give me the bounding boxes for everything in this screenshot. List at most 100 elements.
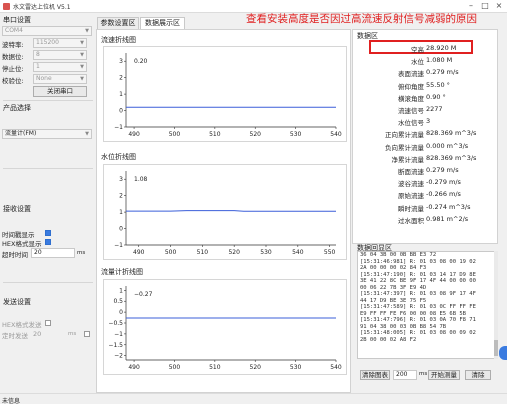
chart-title-waterlevel: 水位折线图 [101,153,136,161]
timed-send-unit: ms [68,331,77,337]
baud-select[interactable]: 115200 ▼ [33,38,87,48]
data-row-label: 过水面积 [398,216,424,225]
databits-label: 数据位: [2,53,24,61]
clear-chart-button[interactable]: 清除图表 [360,370,390,380]
x-tick-label: 520 [228,249,240,256]
x-tick-label: 530 [260,249,272,256]
parity-label: 校验位: [2,77,24,85]
baud-value: 115200 [36,39,59,46]
data-row-label: 横滚角度 [398,94,424,103]
divider [3,282,93,283]
interval-unit: ms [419,371,428,377]
close-icon[interactable]: × [493,1,505,11]
data-row-label: 流速信号 [398,107,424,115]
log-line: 2B 00 00 02 A8 F2 [360,336,417,343]
timed-send-checkbox[interactable] [84,331,90,337]
receive-settings-title: 接收设置 [3,205,31,213]
hex-send-checkbox[interactable] [45,320,51,326]
velocity-chart-svg: 3 2 1 0 −1 490 500 510 520 530 540 0.20 [114,53,342,138]
timeout-label: 超时时间 [2,251,28,259]
data-row-label: 原始流速 [398,192,424,201]
timestamp-checkbox[interactable] [45,230,51,236]
product-value: 流量计(FM) [5,130,37,137]
databits-value: 8 [36,51,40,58]
x-tick-label: 500 [169,131,181,138]
chevron-down-icon: ▼ [80,40,84,46]
x-tick-label: 540 [330,364,342,371]
x-tick-label: 520 [250,131,262,138]
divider [3,100,93,101]
x-tick-label: 540 [292,249,304,256]
y-tick-label: 2 [119,75,123,82]
log-line: [15:31:48:005] R: 01 03 08 00 09 02 [360,330,476,336]
x-tick-label: 500 [169,364,181,371]
y-tick-label: 1 [119,91,123,98]
y-tick-label: 0.5 [113,298,123,305]
data-row-value: -0.266 m/s [426,190,461,199]
hex-display-checkbox[interactable] [45,239,51,245]
log-scrollbar-thumb[interactable] [494,340,498,356]
x-tick-label: 530 [290,131,302,138]
log-line: [15:31:47:796] R: 01 03 0A 70 F8 71 [360,317,476,323]
product-select-title: 产品选择 [3,104,31,112]
y-tick-label: −1.5 [108,342,123,349]
y-tick-label: 3 [119,176,123,183]
clear-log-button[interactable]: 清除 [465,370,491,380]
data-row-value: 828.369 m^3/s [426,129,477,138]
x-tick-label: 490 [133,249,145,256]
y-tick-label: −1 [114,124,123,131]
y-tick-label: 1 [119,287,123,294]
hex-display-label: HEX格式显示 [2,240,42,248]
x-tick-label: 490 [128,364,140,371]
timed-send-value[interactable]: 20 [33,330,41,338]
parity-select[interactable]: None ▼ [33,74,87,84]
x-tick-label: 490 [128,131,140,138]
value-label: −0.27 [134,291,153,298]
tab-data-display[interactable]: 数据展示区 [140,17,185,29]
data-row-value: 2277 [426,105,443,113]
data-row-value: 28.920 M [426,44,457,52]
data-row-value: 0.000 m^3/s [426,141,469,150]
y-tick-label: 1 [119,209,123,216]
product-select[interactable]: 流量计(FM) ▼ [2,129,92,139]
serial-settings-title: 串口设置 [3,16,31,24]
timeout-input[interactable]: 20 [31,248,75,258]
data-row-value: 0.90 ° [426,92,446,101]
x-tick-label: 550 [324,249,336,256]
data-row-label: 水位 [411,58,424,67]
y-tick-label: 0 [119,309,123,316]
port-select[interactable]: COM4 ▼ [2,26,92,36]
chevron-down-icon: ▼ [80,64,84,70]
stopbits-select[interactable]: 1 ▼ [33,62,87,72]
maximize-icon[interactable]: □ [479,1,491,11]
y-tick-label: 3 [119,58,123,65]
app-icon [3,3,10,10]
tab-param-settings[interactable]: 参数设置区 [97,17,139,29]
stopbits-label: 停止位: [2,65,24,73]
chart-title-velocity: 流速折线图 [101,36,136,44]
interval-input[interactable]: 200 [393,370,417,380]
start-measure-button[interactable]: 开始测量 [428,370,460,380]
data-row-value: -0.274 m^3/s [426,202,471,211]
stopbits-value: 1 [36,63,40,70]
data-row-label: 断面流速 [398,168,424,176]
log-line: [15:31:47:589] R: 01 03 0C FF FF FE [360,304,476,310]
side-float-button[interactable] [499,346,507,360]
y-tick-label: −1 [114,242,123,249]
status-text: 未信息 [2,398,21,404]
data-row-label: 波谷流速 [398,180,424,189]
databits-select[interactable]: 8 ▼ [33,50,87,60]
minimize-icon[interactable]: – [465,1,477,11]
data-row-label: 瞬时流量 [398,204,424,213]
chevron-down-icon: ▼ [85,131,89,137]
chart-velocity: 3 2 1 0 −1 490 500 510 520 530 540 0.20 [103,46,347,142]
data-row-label: 表面流速 [398,70,424,79]
data-row-value: -0.279 m/s [426,178,461,187]
log-textbox[interactable]: 36 04 3B 00 0B BB E3 72 [15:31:46:981] R:… [357,251,497,359]
value-label: 1.08 [134,176,148,183]
y-tick-label: −0.5 [108,320,123,327]
x-tick-label: 510 [209,131,221,138]
series-line [126,210,336,212]
chart-waterlevel: 3 2 1 0 −1 490 500 510 520 530 540 550 1.08 [103,164,347,260]
close-port-button[interactable]: 关闭串口 [33,86,87,97]
